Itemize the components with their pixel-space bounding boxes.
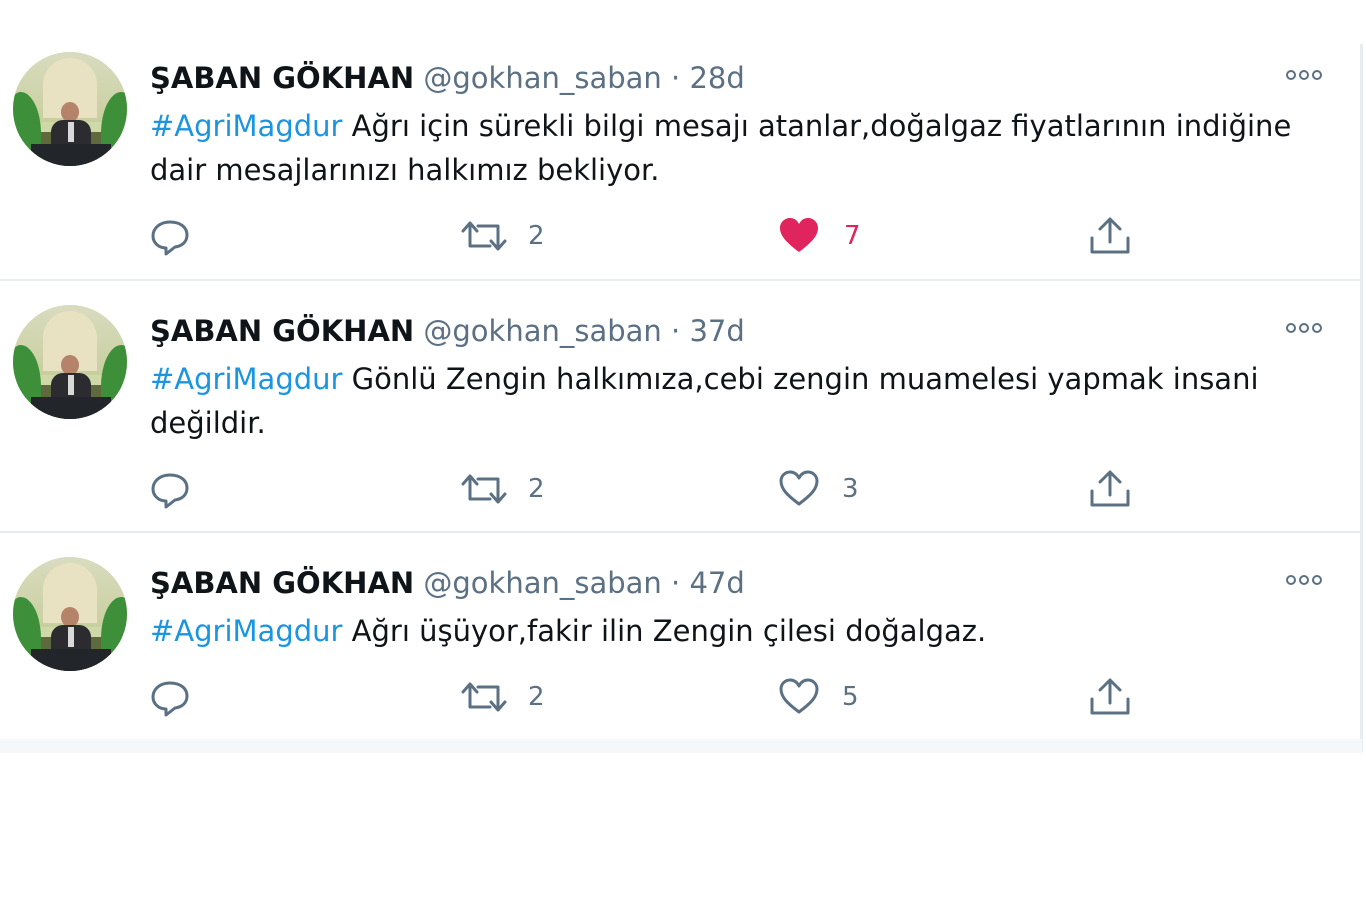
avatar[interactable]	[13, 557, 127, 671]
like-count: 5	[842, 682, 859, 712]
hashtag-link[interactable]: #AgriMagdur	[150, 109, 342, 143]
reply-button[interactable]	[150, 469, 210, 509]
separator-dot: ·	[671, 566, 681, 600]
separator-dot: ·	[671, 314, 681, 348]
share-icon	[1090, 678, 1130, 715]
retweet-button[interactable]: 2	[460, 469, 560, 509]
tweet-header: ŞABAN GÖKHAN @gokhan_saban · 47d	[150, 563, 745, 603]
tweet-timestamp[interactable]: 37d	[689, 314, 744, 348]
tweet[interactable]: ŞABAN GÖKHAN @gokhan_saban · 37d #AgriMa…	[0, 281, 1362, 533]
like-button[interactable]: 3	[778, 469, 878, 509]
author-name[interactable]: ŞABAN GÖKHAN	[150, 61, 414, 95]
share-icon	[1090, 470, 1130, 507]
retweet-button[interactable]: 2	[460, 216, 560, 256]
tweet-feed: ŞABAN GÖKHAN @gokhan_saban · 28d #AgriMa…	[0, 28, 1362, 742]
retweet-icon	[461, 682, 507, 712]
author-handle[interactable]: @gokhan_saban	[423, 314, 661, 348]
retweet-count: 2	[528, 474, 545, 504]
tweet-text: #AgriMagdur Ağrı üşüyor,fakir ilin Zengi…	[150, 609, 1330, 653]
feed-right-border	[1360, 44, 1363, 752]
reply-icon	[151, 220, 189, 256]
reply-icon	[151, 681, 189, 717]
heart-icon	[779, 678, 819, 714]
like-count: 7	[844, 221, 861, 251]
author-name[interactable]: ŞABAN GÖKHAN	[150, 566, 414, 600]
retweet-count: 2	[528, 682, 545, 712]
retweet-count: 2	[528, 221, 545, 251]
reply-button[interactable]	[150, 216, 210, 256]
feed-bottom-divider	[0, 739, 1362, 753]
share-button[interactable]	[1088, 677, 1132, 717]
share-button[interactable]	[1088, 469, 1132, 509]
avatar[interactable]	[13, 52, 127, 166]
hashtag-link[interactable]: #AgriMagdur	[150, 362, 342, 396]
retweet-icon	[461, 221, 507, 251]
tweet-timestamp[interactable]: 47d	[689, 566, 744, 600]
retweet-button[interactable]: 2	[460, 677, 560, 717]
tweet-body: Ağrı üşüyor,fakir ilin Zengin çilesi doğ…	[342, 614, 987, 648]
more-icon[interactable]	[1284, 319, 1324, 339]
like-button[interactable]: 5	[778, 677, 878, 717]
tweet-header: ŞABAN GÖKHAN @gokhan_saban · 28d	[150, 58, 745, 98]
tweet-header: ŞABAN GÖKHAN @gokhan_saban · 37d	[150, 311, 745, 351]
tweet-actions: 2 3	[150, 469, 1150, 509]
heart-icon	[779, 470, 819, 506]
tweet-text: #AgriMagdur Gönlü Zengin halkımıza,cebi …	[150, 357, 1330, 445]
like-count: 3	[842, 474, 859, 504]
tweet-actions: 2 7	[150, 216, 1150, 256]
tweet-actions: 2 5	[150, 677, 1150, 717]
reply-icon	[151, 473, 189, 509]
more-icon[interactable]	[1284, 571, 1324, 591]
separator-dot: ·	[671, 61, 681, 95]
share-icon	[1090, 217, 1130, 254]
author-name[interactable]: ŞABAN GÖKHAN	[150, 314, 414, 348]
hashtag-link[interactable]: #AgriMagdur	[150, 614, 342, 648]
author-handle[interactable]: @gokhan_saban	[423, 61, 661, 95]
retweet-icon	[461, 474, 507, 504]
like-button[interactable]: 7	[778, 216, 878, 256]
more-icon[interactable]	[1284, 66, 1324, 86]
tweet-text: #AgriMagdur Ağrı için sürekli bilgi mesa…	[150, 104, 1330, 192]
author-handle[interactable]: @gokhan_saban	[423, 566, 661, 600]
avatar[interactable]	[13, 305, 127, 419]
tweet-timestamp[interactable]: 28d	[689, 61, 744, 95]
share-button[interactable]	[1088, 216, 1132, 256]
tweet[interactable]: ŞABAN GÖKHAN @gokhan_saban · 28d #AgriMa…	[0, 28, 1362, 281]
heart-filled-icon	[780, 218, 818, 252]
tweet[interactable]: ŞABAN GÖKHAN @gokhan_saban · 47d #AgriMa…	[0, 533, 1362, 742]
reply-button[interactable]	[150, 677, 210, 717]
